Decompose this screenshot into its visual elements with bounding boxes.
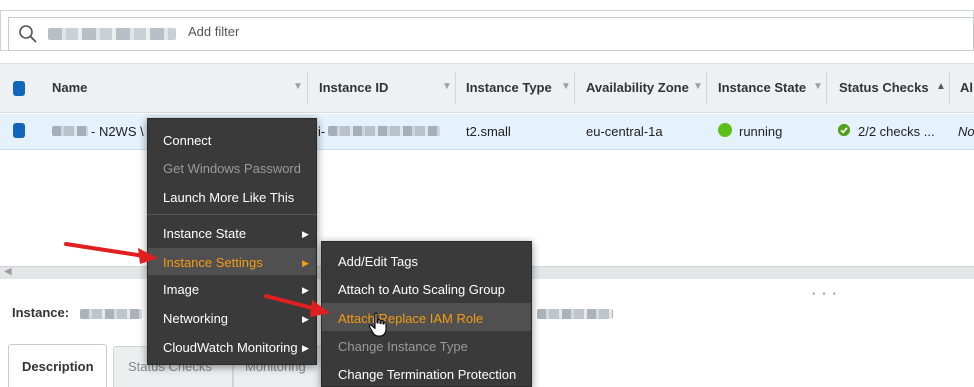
- redacted-instance-id: [328, 126, 440, 136]
- menu-item-get-windows-password: Get Windows Password: [163, 161, 301, 176]
- availability-zone: eu-central-1a: [586, 124, 663, 139]
- redacted-name: [52, 126, 88, 136]
- running-status-icon: [718, 123, 732, 137]
- column-header-instance-type[interactable]: Instance Type: [466, 80, 552, 95]
- menu-item-launch-more-like-this[interactable]: Launch More Like This: [163, 190, 294, 205]
- sort-icon[interactable]: ▼: [442, 81, 452, 92]
- alarm-status: No: [958, 124, 974, 139]
- submenu-arrow-icon: ▶: [302, 229, 309, 239]
- panel-resize-handle[interactable]: • • •: [812, 289, 838, 300]
- instance-name: - N2WS \: [91, 124, 144, 139]
- column-divider: [574, 72, 575, 104]
- redacted-instance-summary: [80, 309, 142, 319]
- submenu-arrow-icon: ▶: [302, 285, 309, 295]
- context-menu: [147, 118, 317, 365]
- tab-description-label[interactable]: Description: [22, 359, 94, 374]
- menu-item-connect[interactable]: Connect: [163, 133, 211, 148]
- submenu-item-change-instance-type: Change Instance Type: [338, 339, 468, 354]
- column-header-instance-id[interactable]: Instance ID: [319, 80, 388, 95]
- redacted-instance-summary: [537, 309, 613, 319]
- scroll-left-icon[interactable]: ◀: [4, 266, 12, 277]
- menu-item-image[interactable]: Image: [163, 282, 199, 297]
- column-divider: [706, 72, 707, 104]
- column-divider: [455, 72, 456, 104]
- filter-token[interactable]: [48, 28, 176, 40]
- submenu-item-attach-auto-scaling-group[interactable]: Attach to Auto Scaling Group: [338, 282, 505, 297]
- column-header-availability-zone[interactable]: Availability Zone: [586, 80, 689, 95]
- column-divider: [826, 72, 827, 104]
- menu-item-instance-state[interactable]: Instance State: [163, 226, 246, 241]
- status-checks: 2/2 checks ...: [858, 124, 935, 139]
- column-header-alarm-status[interactable]: Al: [960, 80, 973, 95]
- column-divider: [307, 72, 308, 104]
- column-header-instance-state[interactable]: Instance State: [718, 80, 806, 95]
- submenu-arrow-icon: ▶: [302, 314, 309, 324]
- submenu-arrow-icon: ▶: [302, 343, 309, 353]
- menu-item-instance-settings[interactable]: Instance Settings: [163, 255, 263, 270]
- check-icon: [838, 124, 850, 136]
- submenu-item-add-edit-tags[interactable]: Add/Edit Tags: [338, 254, 418, 269]
- menu-divider: [147, 214, 317, 215]
- sort-icon[interactable]: ▼: [813, 81, 823, 92]
- sort-icon[interactable]: ▼: [693, 81, 703, 92]
- instance-state: running: [739, 124, 783, 139]
- submenu-item-attach-replace-iam-role[interactable]: Attach/Replace IAM Role: [338, 311, 483, 326]
- column-header-name[interactable]: Name: [52, 80, 87, 95]
- hand-cursor-icon: [368, 312, 387, 337]
- add-filter-placeholder[interactable]: Add filter: [188, 24, 239, 39]
- sort-ascending-icon[interactable]: ▲: [936, 81, 946, 92]
- instance-type: t2.small: [466, 124, 511, 139]
- submenu-item-change-termination-protection[interactable]: Change Termination Protection: [338, 367, 516, 382]
- sort-icon[interactable]: ▼: [561, 81, 571, 92]
- instance-id-prefix: i-: [318, 124, 326, 139]
- row-checkbox[interactable]: [13, 123, 25, 138]
- search-icon[interactable]: [18, 24, 38, 44]
- select-all-checkbox[interactable]: [13, 81, 25, 96]
- menu-item-networking[interactable]: Networking: [163, 311, 228, 326]
- column-header-status-checks[interactable]: Status Checks: [839, 80, 929, 95]
- instance-label: Instance:: [12, 305, 70, 320]
- submenu-arrow-icon: ▶: [302, 258, 309, 268]
- sort-icon[interactable]: ▼: [293, 81, 303, 92]
- menu-item-cloudwatch-monitoring[interactable]: CloudWatch Monitoring: [163, 340, 298, 355]
- column-divider: [949, 72, 950, 104]
